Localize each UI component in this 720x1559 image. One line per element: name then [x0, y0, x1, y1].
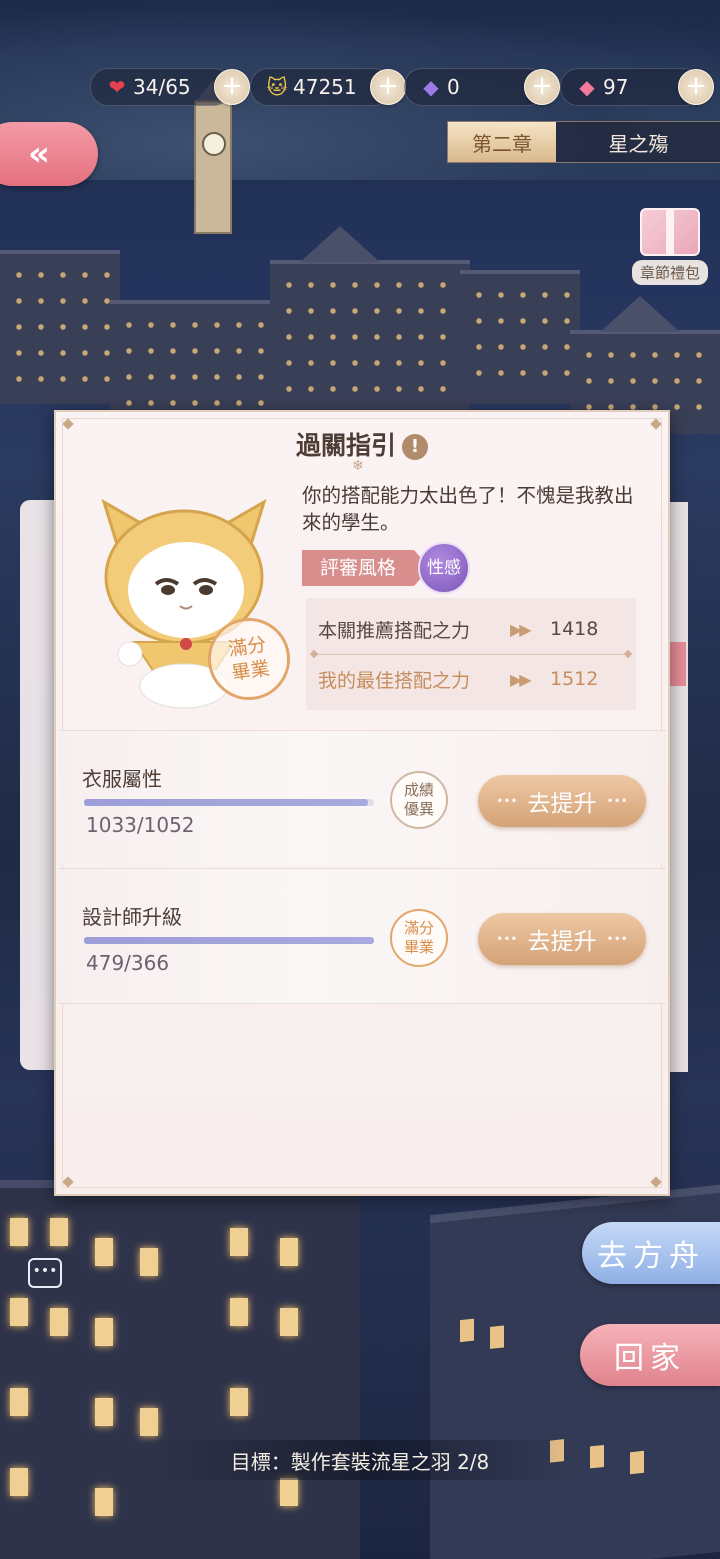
- add-hearts-button[interactable]: +: [214, 69, 250, 105]
- clear-guide-dialog: 過關指引! ❄ 滿分畢業 你的搭配能力太出色了！不愧是我教出來的學生。 評審風格…: [54, 410, 670, 1196]
- progress-bar: [84, 937, 374, 944]
- progress-fill: [84, 937, 374, 944]
- improve-clothing-button[interactable]: ••• 去提升 •••: [478, 775, 646, 827]
- perfect-graduation-badge: 滿分畢業: [390, 909, 448, 967]
- cat-coin-icon: 🐱: [266, 75, 288, 99]
- badge-text: 滿分畢業: [403, 919, 434, 956]
- best-power-row: 我的最佳搭配之力 ▶▶ 1512: [306, 654, 636, 704]
- badge-text: 成績優異: [403, 781, 434, 818]
- double-arrow-icon: ▶▶: [510, 669, 532, 689]
- clock-tower: [194, 100, 232, 234]
- button-label: 去提升: [527, 791, 597, 817]
- building: [460, 270, 580, 404]
- task-designer-upgrade: 設計師升級 479/366 滿分畢業 ••• 去提升 •••: [58, 868, 666, 1004]
- building: [270, 260, 470, 414]
- dots-icon: •••: [496, 932, 518, 946]
- dialog-title-text: 過關指引: [295, 431, 396, 460]
- recommended-power-value: 1418: [550, 618, 599, 640]
- pink-diamond-value: 97: [603, 75, 629, 99]
- chat-bubble-icon[interactable]: •••: [28, 1258, 62, 1288]
- task-value: 1033/1052: [86, 813, 195, 837]
- snowflake-icon: ❄: [352, 458, 364, 474]
- style-sexy-badge: 性感: [418, 542, 471, 594]
- building: [0, 250, 120, 404]
- go-home-button[interactable]: 回家: [580, 1324, 720, 1386]
- dialog-title: 過關指引!: [56, 426, 668, 462]
- back-button[interactable]: «: [0, 122, 98, 186]
- hearts-value: 34/65: [133, 75, 191, 99]
- best-power-value: 1512: [550, 668, 599, 690]
- stamp-text: 滿分畢業: [226, 633, 272, 685]
- task-value: 479/366: [86, 951, 170, 975]
- task-clothing-attributes: 衣服屬性 1033/1052 成績優異 ••• 去提升 •••: [58, 730, 666, 865]
- clock-face-icon: [202, 132, 226, 156]
- purple-crystal-value: 0: [447, 75, 460, 99]
- recommended-power-label: 本關推薦搭配之力: [318, 619, 471, 642]
- go-to-ark-button[interactable]: 去方舟: [582, 1222, 720, 1284]
- goal-banner: 目標：製作套裝流星之羽 2/8: [150, 1440, 570, 1480]
- double-arrow-icon: ▶▶: [510, 619, 532, 639]
- judging-style-label: 評審風格: [302, 550, 431, 586]
- heart-icon: ❤: [108, 75, 126, 99]
- add-coins-button[interactable]: +: [370, 69, 406, 105]
- hearts-counter: ❤ 34/65: [90, 68, 232, 106]
- button-label: 去提升: [527, 929, 597, 955]
- tab-chapter-two[interactable]: 第二章: [448, 122, 556, 162]
- background-panel-left: [20, 500, 56, 1070]
- progress-bar: [84, 799, 374, 806]
- info-icon[interactable]: !: [402, 434, 428, 460]
- dots-icon: •••: [606, 794, 628, 808]
- recommended-power-row: 本關推薦搭配之力 ▶▶ 1418: [306, 604, 636, 654]
- best-power-label: 我的最佳搭配之力: [318, 669, 471, 692]
- gift-box-icon: [640, 208, 700, 256]
- gift-label: 章節禮包: [631, 260, 708, 285]
- excellent-grade-badge: 成績優異: [390, 771, 448, 829]
- pink-diamond-icon: ◆: [579, 75, 595, 99]
- purple-diamond-icon: ◆: [423, 75, 439, 99]
- task-name: 設計師升級: [82, 905, 182, 929]
- building: [110, 300, 290, 414]
- dots-icon: •••: [496, 794, 518, 808]
- styling-power-box: 本關推薦搭配之力 ▶▶ 1418 我的最佳搭配之力 ▶▶ 1512: [306, 598, 636, 710]
- dots-icon: •••: [606, 932, 628, 946]
- chapter-gift-button[interactable]: 章節禮包: [630, 208, 710, 285]
- mentor-quote: 你的搭配能力太出色了！不愧是我教出來的學生。: [302, 484, 634, 534]
- improve-designer-button[interactable]: ••• 去提升 •••: [478, 913, 646, 965]
- progress-fill: [84, 799, 369, 806]
- back-arrow-icon: «: [28, 134, 50, 174]
- task-name: 衣服屬性: [82, 767, 162, 791]
- foreground-building: [0, 1180, 360, 1559]
- add-pink-diamond-button[interactable]: +: [678, 69, 714, 105]
- roof: [300, 226, 380, 262]
- tab-star-elegy[interactable]: 星之殤: [556, 122, 720, 162]
- chapter-tabs: 第二章 星之殤: [447, 121, 720, 163]
- add-purple-crystal-button[interactable]: +: [524, 69, 560, 105]
- judging-style-row: 評審風格 性感: [302, 542, 471, 594]
- roof: [600, 296, 680, 332]
- coins-value: 47251: [293, 75, 357, 99]
